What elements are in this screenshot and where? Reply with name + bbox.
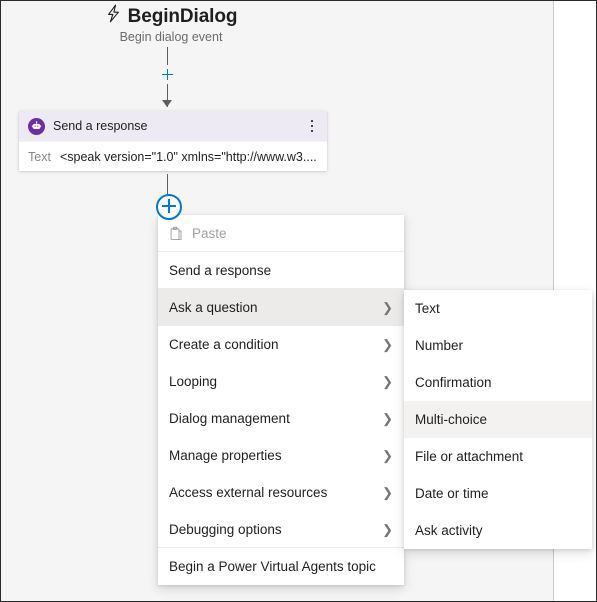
chevron-right-icon: ❯ [382, 521, 393, 537]
chevron-right-icon: ❯ [382, 448, 393, 463]
menu-item-label: Ask a question [169, 300, 258, 315]
text-field-value: <speak version="1.0" xmlns="http://www.w… [59, 149, 317, 164]
add-node-button-active[interactable] [156, 194, 182, 220]
submenu-item-label: Ask activity [415, 523, 483, 538]
menu-item-manage-properties[interactable]: Manage properties ❯ [158, 437, 404, 474]
menu-item-label: Send a response [169, 262, 272, 278]
menu-item-debugging-options[interactable]: Debugging options ❯ [158, 511, 404, 548]
menu-item-label: Debugging options [169, 521, 282, 537]
menu-item-ask-a-question[interactable]: Ask a question ❯ [158, 289, 404, 326]
menu-item-access-external-resources[interactable]: Access external resources ❯ [158, 474, 404, 511]
chevron-right-icon: ❯ [382, 374, 393, 389]
clipboard-icon [170, 226, 182, 240]
add-node-context-menu[interactable]: Paste Send a response Ask a question ❯ C… [158, 215, 404, 585]
submenu-item-label: Confirmation [415, 375, 492, 390]
submenu-item-text[interactable]: Text [404, 290, 592, 327]
submenu-item-ask-activity[interactable]: Ask activity [404, 512, 592, 549]
node-body[interactable]: Text <speak version="1.0" xmlns="http://… [19, 141, 327, 171]
menu-item-label: Begin a Power Virtual Agents topic [169, 559, 376, 574]
menu-item-paste[interactable]: Paste [158, 215, 404, 252]
trigger-node[interactable]: BeginDialog Begin dialog event [1, 4, 341, 44]
menu-item-label: Dialog management [169, 411, 290, 426]
kebab-dot [310, 119, 314, 123]
node-header[interactable]: Send a response [19, 111, 327, 141]
bot-message-icon [28, 117, 45, 135]
connector-arrowhead [162, 100, 172, 107]
submenu-item-confirmation[interactable]: Confirmation [404, 364, 592, 401]
chevron-right-icon: ❯ [382, 300, 393, 315]
dialog-designer-canvas: BeginDialog Begin dialog event Send a re… [0, 0, 597, 602]
trigger-subtitle: Begin dialog event [119, 30, 223, 44]
submenu-item-date-or-time[interactable]: Date or time [404, 475, 592, 512]
kebab-dot [310, 124, 314, 128]
menu-item-dialog-management[interactable]: Dialog management ❯ [158, 400, 404, 437]
menu-item-looping[interactable]: Looping ❯ [158, 363, 404, 400]
chevron-right-icon: ❯ [382, 337, 393, 352]
submenu-item-label: Number [415, 338, 464, 353]
node-title: Send a response [53, 119, 148, 133]
kebab-menu-icon[interactable] [303, 114, 321, 138]
submenu-item-number[interactable]: Number [404, 327, 592, 364]
trigger-title-row: BeginDialog [1, 4, 341, 28]
menu-item-label: Create a condition [169, 337, 279, 352]
menu-item-label: Paste [192, 225, 227, 241]
menu-item-send-a-response[interactable]: Send a response [158, 252, 404, 289]
menu-item-label: Manage properties [169, 448, 282, 463]
text-field-label: Text [28, 149, 51, 164]
ask-a-question-submenu[interactable]: Text Number Confirmation Multi-choice Fi… [404, 290, 592, 549]
submenu-item-label: Text [415, 301, 440, 316]
menu-item-create-a-condition[interactable]: Create a condition ❯ [158, 326, 404, 363]
lightning-bolt-icon [105, 4, 122, 27]
menu-item-label: Access external resources [169, 485, 328, 500]
chevron-right-icon: ❯ [382, 411, 393, 426]
submenu-item-label: File or attachment [415, 449, 524, 464]
menu-item-begin-a-power-virtual-agents-topic[interactable]: Begin a Power Virtual Agents topic [158, 548, 404, 585]
chevron-right-icon: ❯ [382, 485, 393, 500]
add-node-button-top[interactable] [158, 65, 177, 84]
kebab-dot [310, 129, 314, 133]
submenu-item-file-or-attachment[interactable]: File or attachment [404, 438, 592, 475]
page-title: BeginDialog [127, 5, 238, 27]
send-a-response-node[interactable]: Send a response Text <speak version="1.0… [19, 111, 327, 171]
submenu-item-label: Date or time [415, 486, 489, 501]
menu-item-label: Looping [169, 374, 218, 389]
submenu-item-label: Multi-choice [415, 412, 488, 427]
submenu-item-multi-choice[interactable]: Multi-choice [404, 401, 592, 438]
